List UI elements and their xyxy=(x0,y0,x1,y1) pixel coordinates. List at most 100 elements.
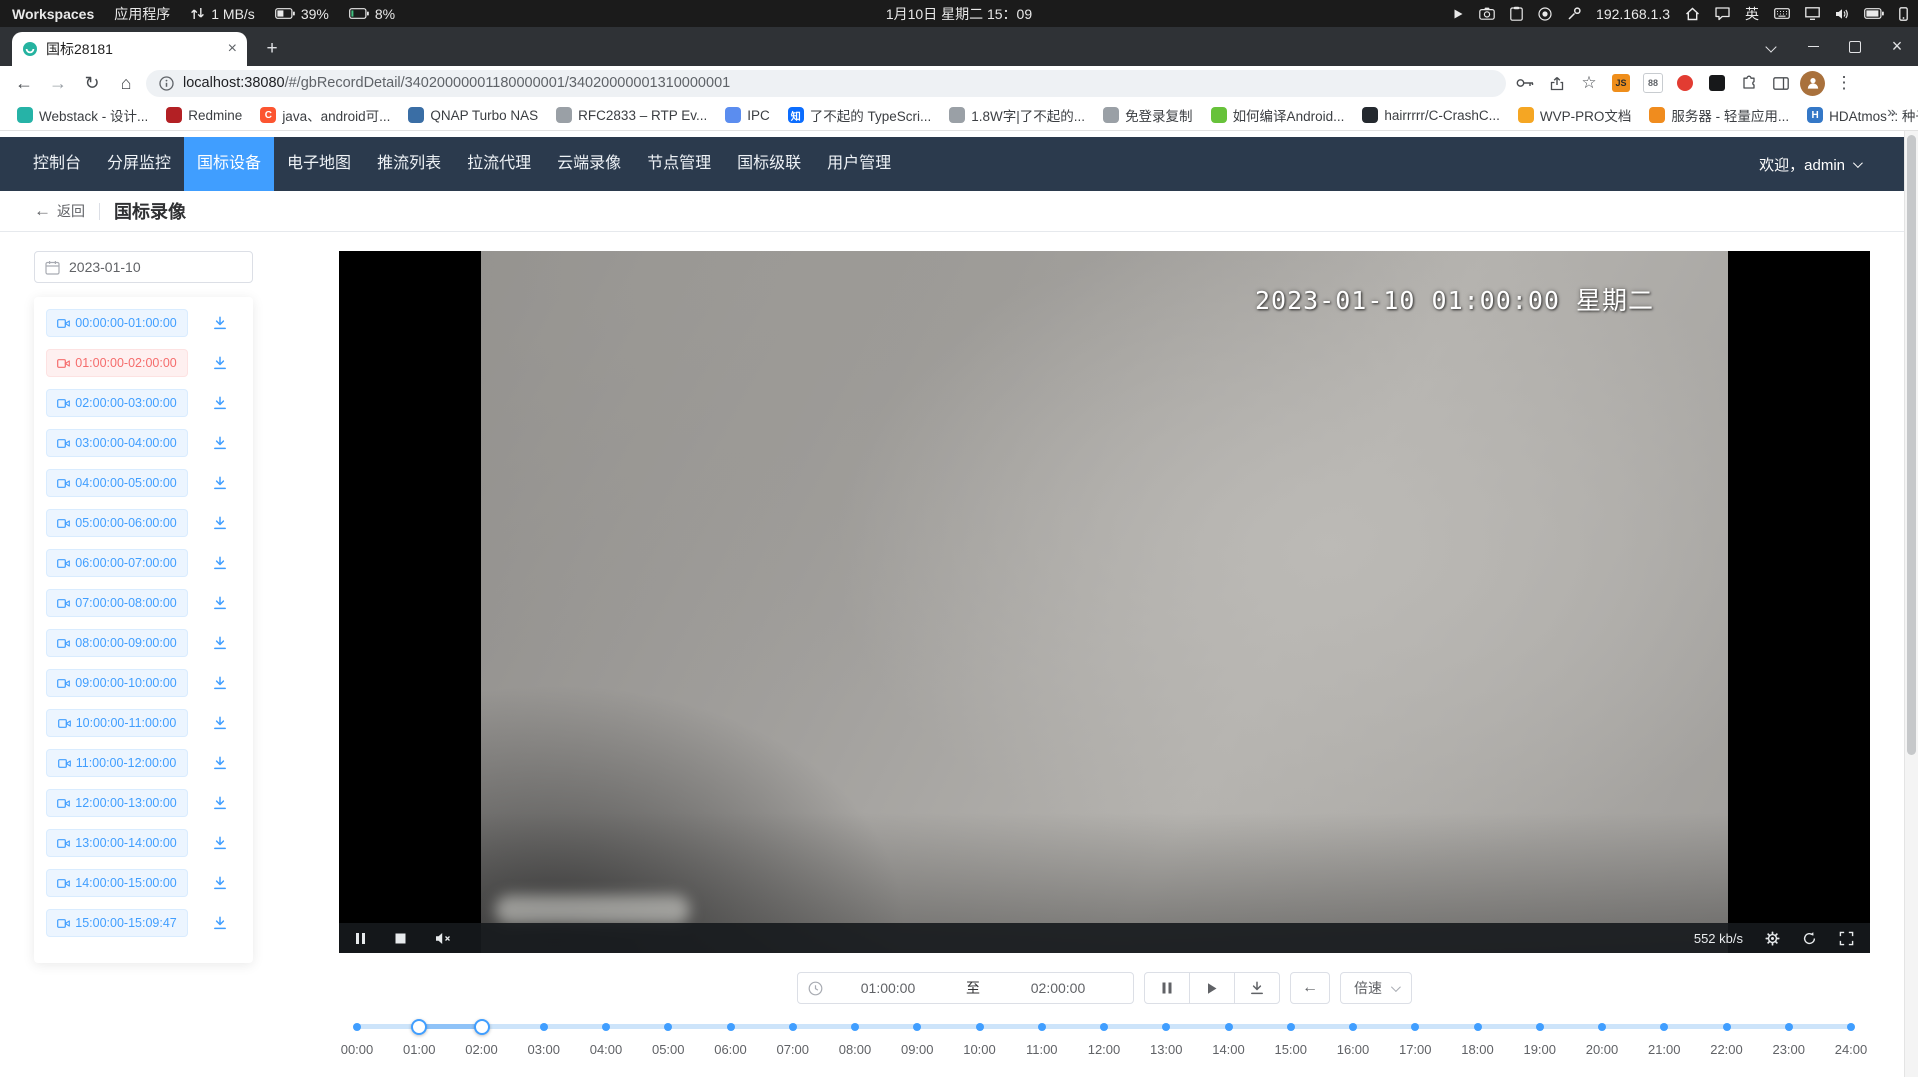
timeline-tick[interactable] xyxy=(976,1023,984,1031)
browser-tab[interactable]: 国标28181 × xyxy=(12,32,247,66)
stop-icon[interactable] xyxy=(395,933,406,944)
nav-tab[interactable]: 国标设备 xyxy=(184,137,274,191)
timeline-tick[interactable] xyxy=(1349,1023,1357,1031)
timeline-tick[interactable] xyxy=(1723,1023,1731,1031)
workspaces-button[interactable]: Workspaces xyxy=(12,6,94,22)
download-icon[interactable] xyxy=(212,675,228,691)
bookmark-item[interactable]: QNAP Turbo NAS xyxy=(399,107,547,123)
nav-tab[interactable]: 拉流代理 xyxy=(454,137,544,191)
battery-indicator-1[interactable]: 39% xyxy=(275,6,329,22)
forward-icon[interactable]: → xyxy=(44,69,72,97)
timeline-tick[interactable] xyxy=(1847,1023,1855,1031)
bookmark-item[interactable]: Redmine xyxy=(157,107,251,123)
segment-chip[interactable]: 03:00:00-04:00:00 xyxy=(46,429,188,457)
download-icon[interactable] xyxy=(212,715,228,731)
timeline-tick[interactable] xyxy=(1660,1023,1668,1031)
time-range-picker[interactable]: 01:00:00 至 02:00:00 xyxy=(797,972,1134,1004)
download-icon[interactable] xyxy=(212,795,228,811)
bookmark-item[interactable]: 免登录复制 xyxy=(1094,105,1202,125)
scrollbar-thumb[interactable] xyxy=(1907,135,1916,755)
download-icon[interactable] xyxy=(212,915,228,931)
timeline-tick[interactable] xyxy=(851,1023,859,1031)
back-icon[interactable]: ← xyxy=(10,69,38,97)
download-icon[interactable] xyxy=(212,875,228,891)
timeline-tick[interactable] xyxy=(913,1023,921,1031)
bookmark-item[interactable]: 1.8W字|了不起的... xyxy=(940,105,1094,125)
segment-chip[interactable]: 10:00:00-11:00:00 xyxy=(46,709,188,737)
timeline-handle[interactable] xyxy=(411,1019,427,1035)
segment-chip[interactable]: 01:00:00-02:00:00 xyxy=(46,349,188,377)
segment-chip[interactable]: 04:00:00-05:00:00 xyxy=(46,469,188,497)
bookmark-item[interactable]: 服务器 - 轻量应用... xyxy=(1640,105,1798,125)
nav-tab[interactable]: 云端录像 xyxy=(544,137,634,191)
battery-icon[interactable] xyxy=(1864,8,1884,19)
close-window-icon[interactable]: × xyxy=(1876,27,1918,66)
volume-icon[interactable] xyxy=(1835,8,1849,20)
date-picker-input[interactable]: 2023-01-10 xyxy=(34,251,253,283)
download-icon[interactable] xyxy=(212,555,228,571)
segment-chip[interactable]: 02:00:00-03:00:00 xyxy=(46,389,188,417)
bookmark-star-icon[interactable]: ☆ xyxy=(1576,70,1602,96)
download-icon[interactable] xyxy=(212,835,228,851)
timeline-tick[interactable] xyxy=(1785,1023,1793,1031)
timeline-tick[interactable] xyxy=(664,1023,672,1031)
segment-chip[interactable]: 07:00:00-08:00:00 xyxy=(46,589,188,617)
settings-gear-icon[interactable] xyxy=(1765,931,1780,946)
timeline-tick[interactable] xyxy=(1474,1023,1482,1031)
bookmark-item[interactable]: 知 了不起的 TypeScri... xyxy=(779,105,941,125)
download-icon[interactable] xyxy=(212,475,228,491)
download-icon[interactable] xyxy=(212,435,228,451)
nav-tab[interactable]: 控制台 xyxy=(20,137,94,191)
timeline-tick[interactable] xyxy=(353,1023,361,1031)
segment-chip[interactable]: 05:00:00-06:00:00 xyxy=(46,509,188,537)
timeline-tick[interactable] xyxy=(602,1023,610,1031)
password-key-icon[interactable] xyxy=(1512,70,1538,96)
record-icon[interactable] xyxy=(1538,7,1552,21)
back-button[interactable]: ← 返回 xyxy=(34,201,85,221)
segment-chip[interactable]: 12:00:00-13:00:00 xyxy=(46,789,188,817)
timeline-tick[interactable] xyxy=(1411,1023,1419,1031)
input-method-indicator[interactable]: 英 xyxy=(1745,4,1759,24)
nav-tab[interactable]: 用户管理 xyxy=(814,137,904,191)
timeline-tick[interactable] xyxy=(1100,1023,1108,1031)
clipboard-icon[interactable] xyxy=(1510,6,1523,21)
start-time-input[interactable]: 01:00:00 xyxy=(823,980,953,996)
bookmark-item[interactable]: WVP-PRO文档 xyxy=(1509,105,1641,125)
play-button[interactable] xyxy=(1189,972,1235,1004)
timeline-tick[interactable] xyxy=(1536,1023,1544,1031)
side-panel-icon[interactable] xyxy=(1768,70,1794,96)
tab-search-icon[interactable] xyxy=(1750,27,1792,66)
download-icon[interactable] xyxy=(212,595,228,611)
nav-tab[interactable]: 分屏监控 xyxy=(94,137,184,191)
segment-chip[interactable]: 11:00:00-12:00:00 xyxy=(46,749,188,777)
segment-chip[interactable]: 06:00:00-07:00:00 xyxy=(46,549,188,577)
scrollbar[interactable] xyxy=(1904,131,1918,1077)
reload-icon[interactable]: ↻ xyxy=(78,69,106,97)
timeline-handle[interactable] xyxy=(474,1019,490,1035)
extension-88-icon[interactable]: 88 xyxy=(1640,70,1666,96)
screenshot-icon[interactable] xyxy=(1479,7,1495,20)
extension-black-icon[interactable] xyxy=(1704,70,1730,96)
ip-address-indicator[interactable]: 192.168.1.3 xyxy=(1596,6,1670,22)
download-icon[interactable] xyxy=(212,635,228,651)
segment-chip[interactable]: 14:00:00-15:00:00 xyxy=(46,869,188,897)
segment-chip[interactable]: 08:00:00-09:00:00 xyxy=(46,629,188,657)
timeline-tick[interactable] xyxy=(1598,1023,1606,1031)
video-surface[interactable] xyxy=(481,251,1728,953)
extensions-puzzle-icon[interactable] xyxy=(1736,70,1762,96)
bookmark-item[interactable]: 如何编译Android... xyxy=(1202,105,1354,125)
play-icon[interactable] xyxy=(1452,8,1464,20)
end-time-input[interactable]: 02:00:00 xyxy=(993,980,1123,996)
tools-icon[interactable] xyxy=(1567,7,1581,21)
bookmark-item[interactable]: Webstack - 设计... xyxy=(8,105,157,125)
mute-icon[interactable] xyxy=(435,932,452,945)
share-icon[interactable] xyxy=(1544,70,1570,96)
extension-red-icon[interactable] xyxy=(1672,70,1698,96)
segment-chip[interactable]: 13:00:00-14:00:00 xyxy=(46,829,188,857)
nav-tab[interactable]: 推流列表 xyxy=(364,137,454,191)
timeline[interactable]: 00:0001:0002:0003:0004:0005:0006:0007:00… xyxy=(357,1015,1851,1063)
nav-tab[interactable]: 节点管理 xyxy=(634,137,724,191)
minimize-icon[interactable] xyxy=(1792,27,1834,66)
segment-chip[interactable]: 09:00:00-10:00:00 xyxy=(46,669,188,697)
pause-icon[interactable] xyxy=(355,932,366,945)
